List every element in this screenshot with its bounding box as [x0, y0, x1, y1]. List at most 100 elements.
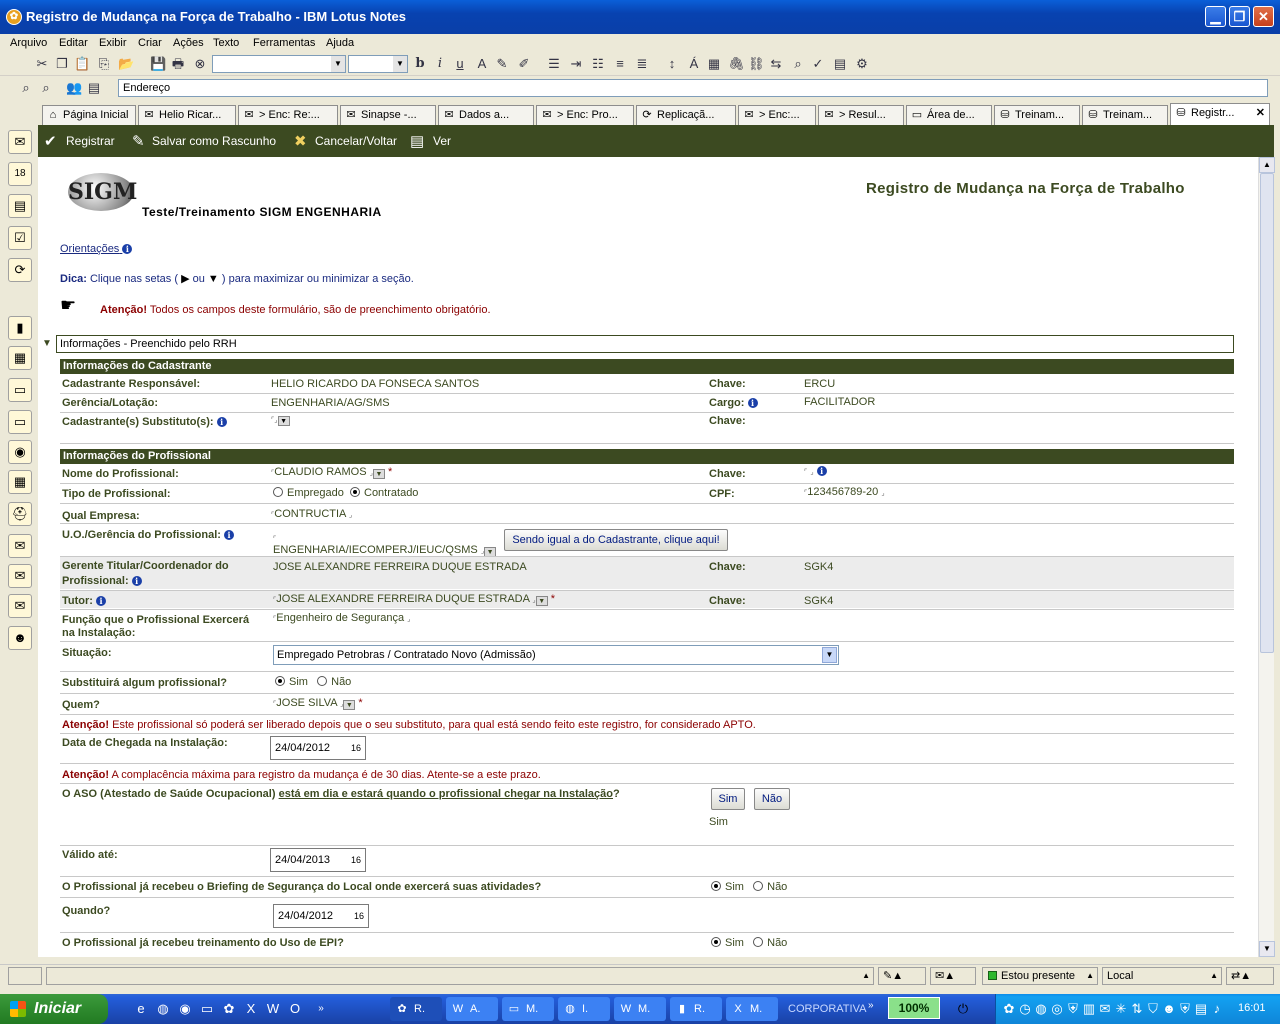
worker-bookmark-icon[interactable]: ⛑ [8, 502, 32, 526]
firefox-quicklaunch-icon[interactable]: ◍ [154, 1000, 172, 1018]
taskbar-word-1[interactable]: W A. [446, 997, 498, 1021]
uo-field[interactable]: ⌜ ENGENHARIA/IECOMPERJ/IEUC/QSMS ⌟ ▼ [273, 532, 497, 557]
corporativa-toolbar[interactable]: CORPORATIVA [788, 1003, 866, 1015]
align-center-icon[interactable]: ≣ [634, 56, 650, 72]
signature-status[interactable]: ✎▲ [878, 967, 926, 985]
close-tab-icon[interactable]: ✕ [1256, 104, 1265, 123]
contacts-bookmark-icon[interactable]: ▤ [8, 194, 32, 218]
copy-link-icon[interactable]: ⎘ [96, 56, 112, 72]
print-icon[interactable]: 🖶 [170, 56, 186, 72]
find-icon[interactable]: ⌕ [790, 56, 806, 72]
register-button[interactable]: Registrar [66, 134, 115, 148]
attach-icon[interactable]: 🖇 [728, 56, 745, 72]
text-color-icon[interactable]: ✐ [516, 56, 532, 72]
more-quicklaunch-icon[interactable]: » [312, 1000, 330, 1018]
tray-volume-icon[interactable]: ♪ [1208, 1000, 1226, 1018]
favorites-bookmark-icon[interactable]: ▮ [8, 316, 32, 340]
presence-status[interactable]: Estou presente ▲ [982, 967, 1098, 985]
calendar-icon[interactable]: 16 [351, 908, 367, 924]
tab-replicacao[interactable]: ⟳ Replicaçã... [636, 105, 736, 126]
taskbar-excel[interactable]: X M. [726, 997, 778, 1021]
align-left-icon[interactable]: ☰ [546, 56, 562, 72]
cut-icon[interactable]: ✂ [34, 56, 50, 72]
text-style-icon[interactable]: A [474, 56, 490, 72]
highlighter-icon[interactable]: ✎ [494, 56, 510, 72]
menu-ajuda[interactable]: Ajuda [326, 34, 354, 52]
dropdown-icon[interactable]: ▼ [372, 469, 385, 479]
power-icon[interactable]: ⏻ [954, 1000, 972, 1018]
tab-enc[interactable]: ✉ > Enc:... [738, 105, 816, 126]
link-icon[interactable]: ⛓ [748, 56, 765, 72]
cancel-button[interactable]: Cancelar/Voltar [315, 134, 397, 148]
radio-sim[interactable] [711, 881, 721, 891]
menu-editar[interactable]: Editar [59, 34, 88, 52]
search-icon[interactable]: ⌕ [18, 80, 34, 96]
table-icon[interactable]: ▦ [706, 56, 722, 72]
same-as-cadastrante-button[interactable]: Sendo igual a do Cadastrante, clique aqu… [504, 529, 728, 551]
location-status[interactable]: Local ▲ [1102, 967, 1222, 985]
epi-radio-group[interactable]: Sim Não [711, 937, 787, 949]
mail-bookmark-icon-4[interactable]: ✉ [8, 594, 32, 618]
taskbar-notes[interactable]: ✿ R. [390, 997, 442, 1021]
view-button[interactable]: Ver [433, 134, 451, 148]
save-draft-button[interactable]: Salvar como Rascunho [152, 134, 276, 148]
databases-bookmark-icon[interactable]: ▦ [8, 346, 32, 370]
browser-icon[interactable]: ◉ [176, 1000, 194, 1018]
calendar-bookmark-icon[interactable]: 18 [8, 162, 32, 186]
tab-helio[interactable]: ✉ Helio Ricar... [138, 105, 236, 126]
paste-icon[interactable]: 📋 [74, 56, 90, 72]
start-button[interactable]: Iniciar [0, 994, 108, 1024]
underline-icon[interactable]: u [452, 56, 468, 72]
numbered-list-icon[interactable]: ≡ [612, 56, 628, 72]
guidelines-link[interactable]: Orientações i [60, 243, 133, 255]
mail-bookmark-icon[interactable]: ✉ [8, 130, 32, 154]
calendar-icon[interactable]: 16 [348, 852, 364, 868]
quando-date-field[interactable]: 24/04/2012 16 [273, 904, 369, 928]
replication-status[interactable]: ⇄▲ [1226, 967, 1274, 985]
abc-check-icon[interactable]: ✓ [810, 56, 826, 72]
taskbar-word-2[interactable]: W M. [614, 997, 666, 1021]
address-field[interactable]: Endereço [118, 79, 1268, 97]
situacao-select[interactable]: Empregado Petrobras / Contratado Novo (A… [273, 645, 839, 665]
open-icon[interactable]: 📂 [118, 56, 134, 72]
search-web-icon[interactable]: ⌕ [38, 80, 54, 96]
spacing-icon[interactable]: ↕ [664, 56, 680, 72]
aso-yes-button[interactable]: Sim [711, 788, 745, 810]
properties-icon[interactable]: ⚙ [854, 56, 870, 72]
scroll-up-icon[interactable]: ▲ [1259, 157, 1275, 173]
menu-ferramentas[interactable]: Ferramentas [253, 34, 315, 52]
tab-treinam-2[interactable]: ⛁ Treinam... [1082, 105, 1168, 126]
mail-bookmark-icon-3[interactable]: ✉ [8, 564, 32, 588]
save-icon[interactable]: 💾 [150, 56, 166, 72]
explorer-icon[interactable]: ▭ [198, 1000, 216, 1018]
todo-bookmark-icon[interactable]: ☑ [8, 226, 32, 250]
tab-area[interactable]: ▭ Área de... [906, 105, 992, 126]
radio-nao[interactable] [753, 937, 764, 947]
word-icon[interactable]: W [264, 1000, 282, 1018]
nome-field[interactable]: ⌜CLAUDIO RAMOS ⌟ ▼ * [271, 466, 392, 479]
radio-nao[interactable] [753, 881, 764, 891]
window-title-bar[interactable]: ✿ Registro de Mudança na Força de Trabal… [0, 0, 1280, 34]
menu-arquivo[interactable]: Arquivo [10, 34, 47, 52]
dropdown-icon[interactable]: ▼ [343, 700, 356, 710]
taskbar-app[interactable]: ▮ R. [670, 997, 722, 1021]
hotspot-icon[interactable]: ⇆ [768, 56, 784, 72]
notes-quicklaunch-icon[interactable]: ✿ [220, 1000, 238, 1018]
funcao-field[interactable]: ⌜Engenheiro de Segurança ⌟ [273, 612, 410, 624]
tab-registr[interactable]: ⛁ Registr... ✕ [1170, 103, 1270, 126]
radio-sim[interactable] [711, 937, 721, 947]
menu-exibir[interactable]: Exibir [99, 34, 127, 52]
tab-enc-re[interactable]: ✉ > Enc: Re:... [238, 105, 338, 126]
dropdown-icon[interactable]: ▼ [277, 416, 290, 426]
open-list-icon[interactable]: ▤ [86, 80, 102, 96]
tab-resul[interactable]: ✉ > Resul... [818, 105, 904, 126]
minimize-button[interactable]: ▁ [1205, 6, 1226, 27]
replicator-bookmark-icon[interactable]: ⟳ [8, 258, 32, 282]
tab-enc-pro[interactable]: ✉ > Enc: Pro... [536, 105, 634, 126]
encryption-status[interactable]: ✉▲ [930, 967, 976, 985]
italic-icon[interactable]: i [432, 56, 448, 72]
toolbar-expand-icon[interactable]: » [868, 1000, 874, 1011]
status-field-left[interactable] [8, 967, 42, 985]
application-bookmark-icon[interactable]: ▦ [8, 470, 32, 494]
empresa-field[interactable]: ⌜CONTRUCTIA ⌟ [271, 508, 352, 520]
